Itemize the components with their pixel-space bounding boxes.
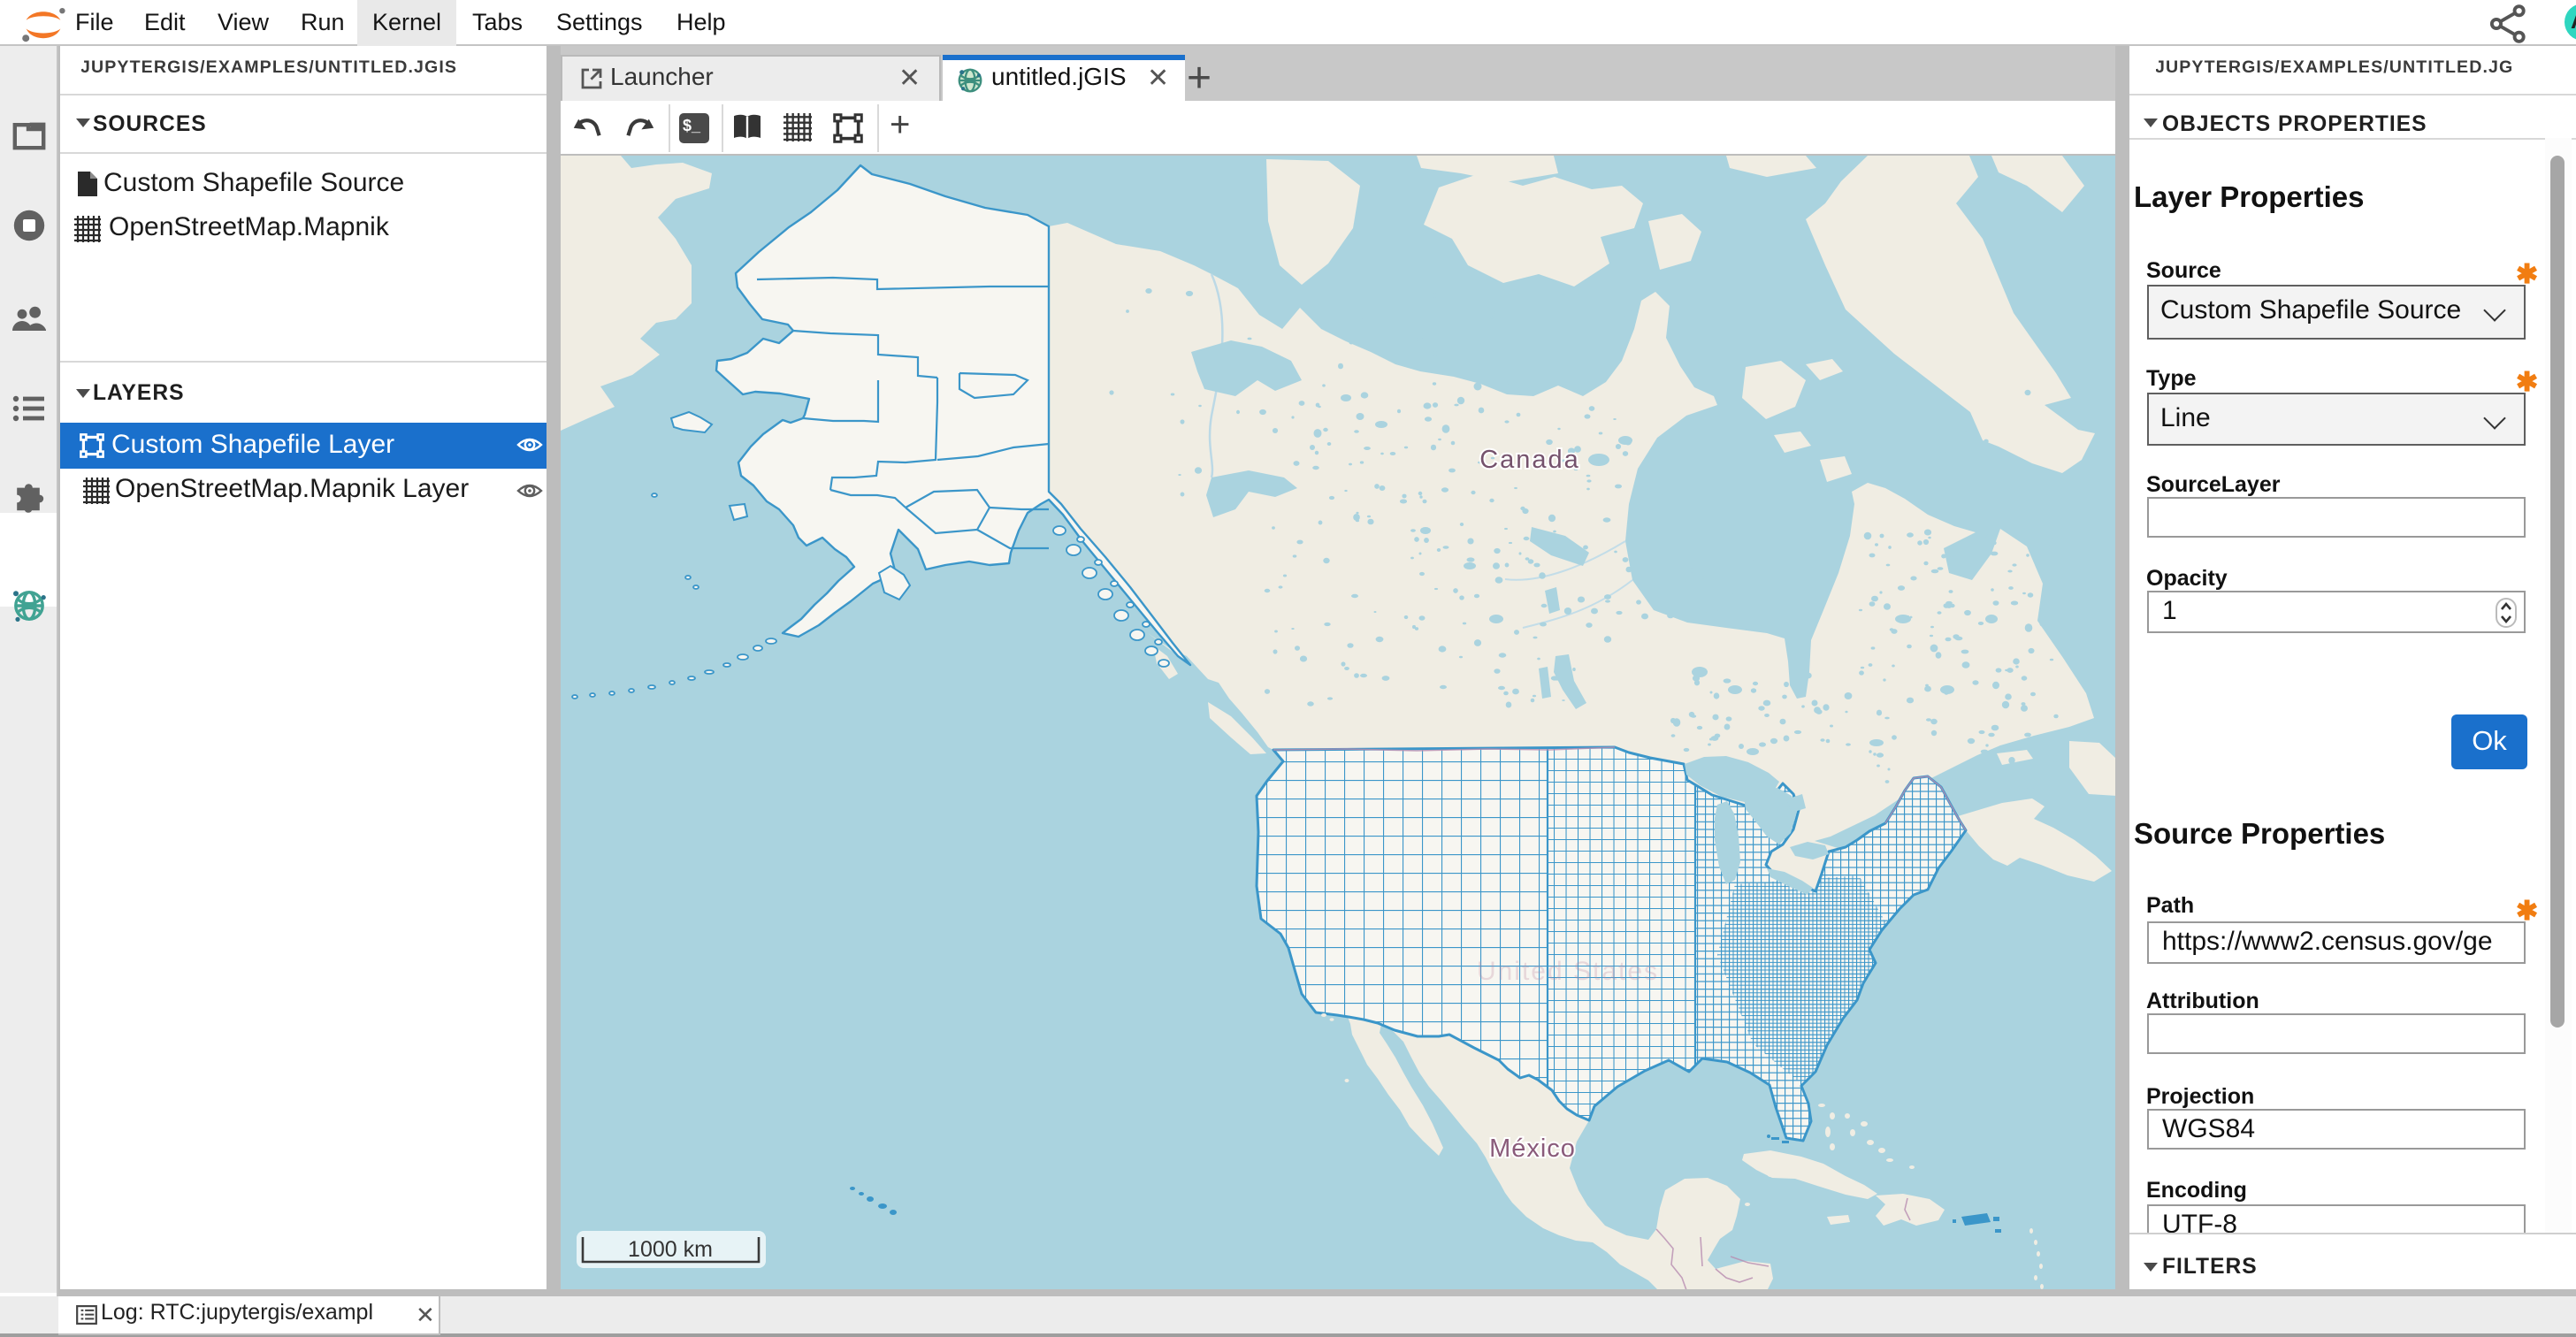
svg-text:Canada: Canada bbox=[1479, 446, 1580, 474]
svg-text:1000 km: 1000 km bbox=[628, 1237, 713, 1262]
svg-text:United States: United States bbox=[1477, 957, 1659, 986]
svg-text:México: México bbox=[1489, 1135, 1576, 1163]
